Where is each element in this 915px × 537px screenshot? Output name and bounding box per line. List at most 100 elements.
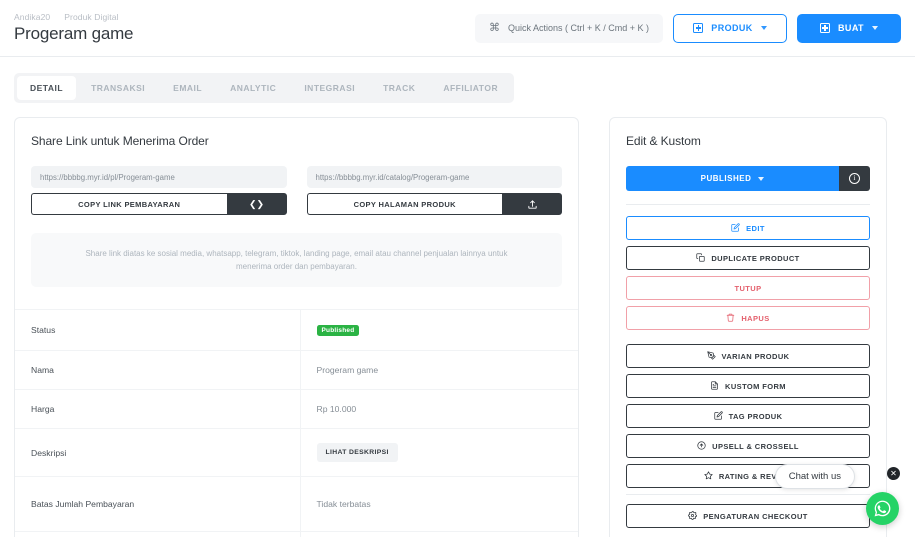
share-link-row: https://bbbbg.myr.id/pl/Progeram-game CO… [15, 166, 578, 215]
status-dropdown-button[interactable]: PUBLISHED [626, 166, 839, 191]
tag-produk-button[interactable]: TAG PRODUK [626, 404, 870, 428]
document-icon [710, 380, 719, 392]
trash-icon [726, 313, 735, 324]
action-label: DUPLICATE PRODUCT [711, 253, 800, 263]
row-value: Published [300, 310, 578, 351]
tutup-button[interactable]: TUTUP [626, 276, 870, 300]
table-row: Status Published [15, 309, 578, 351]
buat-dropdown-button[interactable]: BUAT [797, 13, 901, 43]
tabbar: DETAIL TRANSAKSI EMAIL ANALYTIC INTEGRASI TRA… [14, 73, 515, 103]
row-label: Harga [15, 389, 301, 429]
pen-icon [706, 350, 716, 362]
chevron-down-icon [760, 26, 767, 30]
arrow-circle-icon [697, 440, 706, 452]
panel-divider [626, 204, 870, 205]
command-icon: ⌘ [488, 21, 500, 34]
star-icon [704, 470, 713, 482]
tabbar-wrapper: DETAIL TRANSAKSI EMAIL ANALYTIC INTEGRASI TRA… [0, 57, 915, 103]
whatsapp-icon[interactable] [866, 492, 899, 525]
action-label: TAG PRODUK [728, 411, 783, 421]
tab-email[interactable]: EMAIL [160, 76, 215, 100]
edit-kustom-title: Edit & Kustom [626, 134, 701, 148]
chat-bubble[interactable]: Chat with us [774, 464, 855, 489]
produk-dropdown-button[interactable]: PRODUK [673, 13, 787, 43]
copy-payment-link-button[interactable]: COPY LINK PEMBAYARAN [31, 193, 227, 215]
status-control: PUBLISHED i [626, 166, 870, 191]
row-value: Progeram game [316, 365, 379, 376]
table-row: Harga Rp 10.000 [15, 389, 578, 429]
action-label: UPSELL & CROSSELL [712, 441, 799, 451]
produk-button-label: PRODUK [711, 23, 753, 33]
pencil-square-icon [731, 222, 740, 234]
action-label: EDIT [746, 223, 765, 233]
tab-affiliator[interactable]: AFFILIATOR [430, 76, 511, 100]
page-title: Progeram game [14, 24, 134, 43]
varian-produk-button[interactable]: VARIAN PRODUK [626, 344, 870, 368]
plus-square-icon [693, 23, 704, 33]
row-label: Waktu Mulai Penjualan [15, 531, 301, 537]
row-value: Tidak terbatas [300, 532, 578, 537]
row-label: Deskripsi [15, 428, 301, 477]
action-label: TUTUP [734, 283, 762, 293]
row-value: Tidak terbatas [316, 499, 371, 510]
buat-button-label: BUAT [838, 23, 864, 33]
action-label: VARIAN PRODUK [721, 351, 790, 361]
table-row: Deskripsi LIHAT DESKRIPSI [15, 428, 578, 477]
catalog-copy-row: COPY HALAMAN PRODUK [306, 193, 562, 215]
chevron-down-icon [871, 26, 878, 30]
tab-integrasi[interactable]: INTEGRASI [291, 76, 368, 100]
lihat-deskripsi-button[interactable]: LIHAT DESKRIPSI [316, 443, 398, 463]
pencil-square-icon [713, 410, 723, 422]
quick-actions-button[interactable]: ⌘ Quick Actions ( Ctrl + K / Cmd + K ) [474, 13, 663, 43]
header-actions: ⌘ Quick Actions ( Ctrl + K / Cmd + K ) P… [474, 13, 901, 43]
share-upload-icon[interactable] [502, 193, 562, 215]
pengaturan-checkout-button[interactable]: PENGATURAN CHECKOUT [626, 504, 870, 528]
kustom-form-button[interactable]: KUSTOM FORM [626, 374, 870, 398]
row-value: Rp 10.000 [316, 404, 357, 415]
action-label: PENGATURAN CHECKOUT [703, 511, 808, 521]
payment-copy-row: COPY LINK PEMBAYARAN ❮❯ [31, 193, 287, 215]
chevron-down-icon [758, 176, 765, 181]
copy-product-page-button[interactable]: COPY HALAMAN PRODUK [306, 193, 502, 215]
share-note: Share link diatas ke sosial media, whats… [31, 233, 562, 288]
breadcrumb-item-account[interactable]: Andika20 [14, 12, 50, 22]
table-row: Nama Progeram game [15, 350, 578, 390]
breadcrumb: Andika20 Produk Digital [14, 12, 133, 22]
quick-actions-label: Quick Actions ( Ctrl + K / Cmd + K ) [507, 23, 649, 33]
share-link-card: Share Link untuk Menerima Order https://… [14, 117, 579, 537]
row-label: Status [15, 309, 301, 351]
status-info-button[interactable]: i [839, 166, 870, 191]
hapus-button[interactable]: HAPUS [626, 306, 870, 330]
app-header: Andika20 Produk Digital Progeram game ⌘ … [0, 0, 915, 57]
payment-link-group: https://bbbbg.myr.id/pl/Progeram-game CO… [31, 166, 287, 215]
tab-detail[interactable]: DETAIL [17, 76, 77, 100]
payment-url-field[interactable]: https://bbbbg.myr.id/pl/Progeram-game [31, 166, 287, 188]
table-row: Batas Jumlah Pembayaran Tidak terbatas [15, 476, 578, 532]
edit-button[interactable]: EDIT [626, 216, 870, 240]
copy-icon [696, 252, 705, 264]
row-label: Batas Jumlah Pembayaran [15, 476, 301, 532]
info-icon: i [849, 173, 860, 184]
code-icon[interactable]: ❮❯ [226, 193, 287, 215]
share-link-title: Share Link untuk Menerima Order [31, 134, 209, 148]
gear-icon [688, 510, 698, 522]
tab-transaksi[interactable]: TRANSAKSI [78, 76, 158, 100]
upsell-crossell-button[interactable]: UPSELL & CROSSELL [626, 434, 870, 458]
status-label: PUBLISHED [700, 174, 752, 183]
header-left: Andika20 Produk Digital Progeram game [14, 12, 133, 44]
close-icon[interactable]: ✕ [887, 467, 900, 480]
tab-track[interactable]: TRACK [370, 76, 428, 100]
product-detail-table: Status Published Nama Progeram game Harga Rp … [15, 309, 578, 537]
row-value: LIHAT DESKRIPSI [300, 429, 578, 477]
panel-divider-2 [626, 494, 870, 495]
primary-actions-group: EDIT DUPLICATE PRODUCT TUTUP HAPUS [626, 216, 870, 330]
duplicate-product-button[interactable]: DUPLICATE PRODUCT [626, 246, 870, 270]
action-label: KUSTOM FORM [725, 381, 786, 391]
status-badge: Published [316, 325, 360, 337]
breadcrumb-item-section[interactable]: Produk Digital [64, 12, 118, 22]
catalog-link-group: https://bbbbg.myr.id/catalog/Progeram-ga… [306, 166, 562, 215]
footer-actions-group: PENGATURAN CHECKOUT [626, 504, 870, 528]
tab-analytic[interactable]: ANALYTIC [217, 76, 289, 100]
catalog-url-field[interactable]: https://bbbbg.myr.id/catalog/Progeram-ga… [306, 166, 562, 188]
table-row: Waktu Mulai PenjualanTidak terbatas [15, 531, 578, 537]
